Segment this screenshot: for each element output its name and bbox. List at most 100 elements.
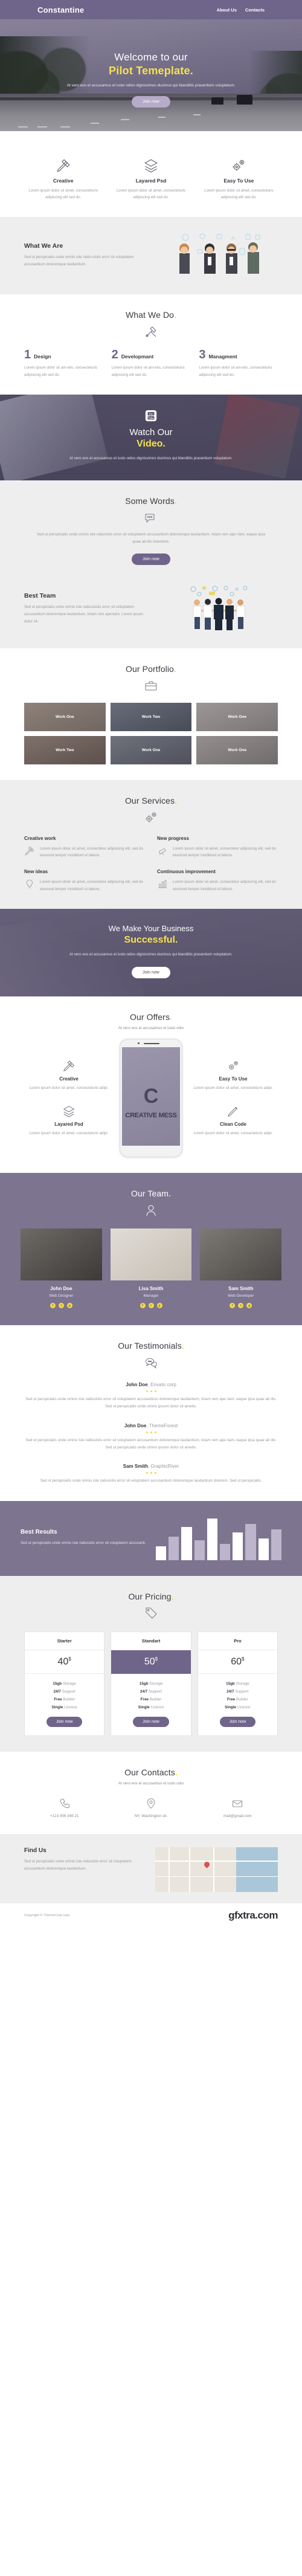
portfolio-item[interactable]: Work One — [110, 735, 192, 764]
what-we-are-title: What We Are — [24, 242, 63, 250]
offers-subtitle: At vero eos et accusamus et iusto odio — [118, 1026, 184, 1031]
nav-item-contacts[interactable]: Contacts — [245, 7, 265, 13]
chart-bar — [258, 1538, 269, 1560]
offers-layout: Creative Lorem ipsum dolor sit amet, con… — [24, 1039, 278, 1158]
portfolio-item[interactable]: Work One — [196, 702, 278, 731]
chart-bar — [169, 1537, 179, 1560]
testimonial-item: John Doe, Envato corp Sed ut perspiciati… — [24, 1382, 278, 1411]
what-we-do-title: What We Do. — [125, 309, 177, 320]
watermark: gfxtra.com — [228, 1909, 278, 1921]
plan-join-now-button[interactable]: Join now — [219, 1716, 256, 1727]
landing-page: Constantine About Us Contacts Welcome to… — [0, 0, 302, 1930]
team-member-photo — [110, 1228, 192, 1281]
testimonials-title: Our Testimonials. — [118, 1341, 184, 1351]
youtube-icon[interactable]: You Tube — [29, 409, 273, 422]
testimonial-item: Sam Smith, GraphicRiver Sed ut perspicia… — [24, 1464, 278, 1485]
team-member-role: Manager — [143, 1294, 159, 1299]
plan-join-now-button[interactable]: Join now — [46, 1716, 83, 1727]
team-member-socials: f t g — [21, 1303, 102, 1309]
portfolio-item[interactable]: Work One — [196, 735, 278, 764]
best-results-text: Sed ut perspiciatis unde omnis iste natu… — [21, 1540, 146, 1545]
chart-bar — [220, 1543, 231, 1560]
testimonial-item: John Doe, ThemeForest Sed ut perspiciati… — [24, 1423, 278, 1452]
step-item: 2 Developmant Lorem ipsum dolor sit am-et… — [112, 349, 191, 379]
plan-feature: 24/7 Support — [140, 1689, 162, 1694]
plan-join-now-button[interactable]: Join now — [133, 1716, 169, 1727]
contact-value[interactable]: mail@gmail.com — [198, 1814, 278, 1818]
testimonial-separator-dots — [24, 1390, 278, 1393]
telescope-icon — [157, 845, 168, 860]
chart-bar — [207, 1519, 218, 1560]
testimonial-author: John Doe — [124, 1422, 147, 1428]
service-text: Lorem ipsum dolor sit amet, consectetur … — [173, 846, 276, 858]
phone-screen-caption: CREATIVE MESS — [125, 1111, 177, 1119]
services-grid: Creative work Lorem ipsum dolor sit amet… — [24, 836, 278, 893]
team-member-role: Web Designer — [49, 1294, 74, 1299]
service-item: Continuous improvement Lorem ipsum dolor… — [157, 869, 278, 893]
accent-dot: . — [170, 1012, 173, 1022]
plan-feature: 15gb Storage — [53, 1681, 76, 1686]
testimonial-author: John Doe — [126, 1382, 148, 1388]
find-us-section: Find Us Sed ut perspiciatis unde omnis i… — [0, 1833, 302, 1903]
offers-left-column: Creative Lorem ipsum dolor sit amet, con… — [24, 1059, 114, 1137]
contact-value[interactable]: +123 456 346 21 — [24, 1814, 104, 1818]
chart-icon — [157, 879, 168, 893]
google-plus-icon[interactable]: g — [156, 1303, 162, 1309]
offer-text: Lorem ipsum dolor sit amet, consecteturi… — [29, 1131, 109, 1136]
what-we-are-section: What We Are Sed ut perspiciatis unde omn… — [0, 216, 302, 294]
accent-dot: . — [162, 439, 165, 450]
plan-features: 15gb Storage 24/7 Support Free Builder S… — [198, 1674, 277, 1711]
portfolio-item-label: Work One — [24, 702, 106, 731]
hero-join-now-button[interactable]: Join now — [132, 95, 170, 108]
service-text: Lorem ipsum dolor sit amet, consectetur … — [173, 880, 276, 891]
what-we-are-illustration: A — [159, 233, 278, 279]
speaker-icon — [144, 1043, 159, 1045]
some-words-title: Some Words. — [125, 496, 177, 506]
copyright-text: Copyright © ThemeCoat corp — [24, 1913, 70, 1917]
features-section: Creative Lorem ipsum dolor sit amet, con… — [0, 131, 302, 217]
portfolio-item[interactable]: Work Two — [110, 702, 192, 731]
google-plus-icon[interactable]: g — [66, 1303, 72, 1309]
plan-feature: Free Builder — [54, 1697, 75, 1702]
twitter-icon[interactable]: t — [148, 1303, 154, 1309]
location-icon — [111, 1798, 191, 1810]
chat-icon — [24, 511, 278, 525]
pencil-icon — [188, 1105, 278, 1118]
success-heading: We Make Your Business Successful. — [108, 923, 194, 946]
facebook-icon[interactable]: f — [140, 1303, 146, 1309]
portfolio-item[interactable]: Work One — [24, 702, 106, 731]
gears-icon — [188, 1059, 278, 1073]
facebook-icon[interactable]: f — [230, 1303, 236, 1309]
portfolio-item[interactable]: Work Two — [24, 735, 106, 764]
contact-item: +123 456 346 21 — [24, 1798, 104, 1818]
plan-name: Starter — [25, 1632, 104, 1650]
success-join-now-button[interactable]: Join now — [132, 967, 170, 979]
layers-icon — [24, 1105, 114, 1118]
twitter-icon[interactable]: t — [58, 1303, 64, 1309]
feature-text: Lorem ipsum dolor sit amet, consecteturi… — [204, 189, 274, 200]
svg-text:Tube: Tube — [148, 416, 154, 419]
plan-feature: 15gb Storage — [226, 1681, 249, 1686]
offer-title: Clean Code — [219, 1122, 246, 1128]
twitter-icon[interactable]: t — [238, 1303, 244, 1309]
pricing-section: Our Pricing. Starter 40$ 15gb Storage 24… — [0, 1575, 302, 1752]
some-words-join-now-button[interactable]: Join now — [132, 553, 170, 565]
business-people-illustration: A — [179, 233, 260, 274]
best-results-text-block: Best Results Sed ut perspiciatis unde om… — [21, 1529, 146, 1547]
nav-item-about-us[interactable]: About Us — [217, 7, 237, 13]
contact-value[interactable]: NY, Washington str. — [111, 1814, 191, 1818]
best-team-text-block: Best Team Sed ut perspiciatis unde omnis… — [24, 592, 149, 625]
team-member-name: Sam Smith — [228, 1286, 254, 1292]
portfolio-item-label: Work One — [196, 702, 278, 731]
services-title: Our Services. — [124, 795, 178, 805]
team-title: Our Team. — [130, 1189, 171, 1199]
plan-price: 40$ — [25, 1650, 104, 1674]
accent-dot: . — [174, 496, 177, 506]
brand-logo[interactable]: Constantine — [37, 5, 84, 15]
plan-feature: Free Builder — [140, 1697, 162, 1702]
person-icon — [21, 1203, 281, 1218]
what-we-are-text: Sed ut perspiciatis unde omnis iste natt… — [24, 255, 134, 267]
google-plus-icon[interactable]: g — [246, 1303, 252, 1309]
map[interactable] — [155, 1847, 278, 1892]
facebook-icon[interactable]: f — [50, 1303, 56, 1309]
